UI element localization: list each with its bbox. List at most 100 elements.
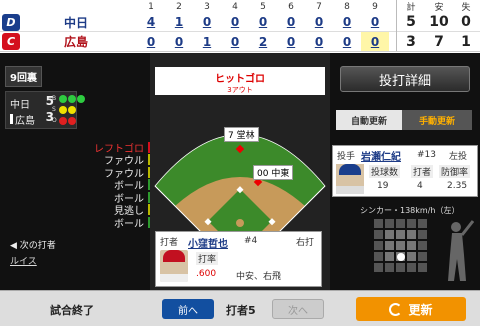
pitcher-name-link[interactable]: 岩瀬仁紀 xyxy=(361,148,401,163)
strike-zone xyxy=(374,219,438,283)
inning-score[interactable]: 0 xyxy=(277,32,305,51)
ball-label: B xyxy=(52,95,57,102)
inning-score[interactable]: 0 xyxy=(305,32,333,51)
zone-cell xyxy=(407,230,416,239)
inning-score[interactable]: 4 xyxy=(137,13,165,31)
next-button[interactable]: 次へ xyxy=(272,299,324,319)
zone-cell xyxy=(418,241,427,250)
batting-hand: 右打 xyxy=(296,238,315,248)
inning-header: 1 xyxy=(148,1,154,12)
stat-value: 4 xyxy=(417,181,423,191)
scoreboard-divider xyxy=(396,0,397,51)
inning-score[interactable]: 0 xyxy=(221,13,249,31)
zone-cell xyxy=(385,241,394,250)
refresh-label: 更新 xyxy=(408,302,433,317)
inning-badge: 9回裏 xyxy=(5,66,42,87)
ball-light-icon xyxy=(68,94,76,103)
manual-update-tab[interactable]: 手動更新 xyxy=(402,110,472,130)
batter-number: #4 xyxy=(244,236,258,246)
situation-panel: 9回裏 中日 5 広島 3 B S O レフトゴロ ファウル ファウル ボール … xyxy=(0,53,158,290)
stat-header: 投球数 xyxy=(369,165,401,178)
info-panel: 投打詳細 自動更新 手動更新 投手 岩瀬仁紀 #13 左投 投球数 打者 防御率… xyxy=(330,53,480,290)
zone-cell xyxy=(407,241,416,250)
dragons-logo-icon: D xyxy=(2,14,20,31)
batting-indicator-icon xyxy=(10,114,13,124)
scoreboard: 1 2 3 4 5 6 7 8 9 計 安 失 D 中日 4 1 0 0 0 0… xyxy=(0,0,480,52)
zone-cell xyxy=(385,230,394,239)
mini-score-row: 広島 3 xyxy=(10,111,54,127)
inning-score[interactable]: 0 xyxy=(305,13,333,31)
team-hits: 10 xyxy=(429,14,449,30)
strike-light-icon xyxy=(68,105,76,114)
total-header: 計 xyxy=(406,3,416,13)
next-batter-link[interactable]: ルイス xyxy=(10,254,37,267)
inning-score[interactable]: 2 xyxy=(249,32,277,51)
zone-cell xyxy=(374,241,383,250)
inning-header: 4 xyxy=(232,1,238,12)
zone-cell xyxy=(418,219,427,228)
fielder-label[interactable]: 00 中東 xyxy=(253,165,294,180)
zone-cell xyxy=(385,219,394,228)
hits-header: 安 xyxy=(434,3,444,13)
mini-score-team: 中日 xyxy=(10,100,30,111)
inning-score[interactable]: 0 xyxy=(277,13,305,31)
inning-header: 3 xyxy=(204,1,210,12)
mini-score-team-name: 広島 xyxy=(15,116,35,127)
bso-count: B S O xyxy=(52,93,86,126)
last-pitch-info: シンカー・138km/h（左） xyxy=(360,206,460,215)
inning-header: 6 xyxy=(288,1,294,12)
out-light-icon xyxy=(68,116,76,125)
zone-cell xyxy=(418,252,427,261)
inning-score[interactable]: 0 xyxy=(165,32,193,51)
errors-header: 失 xyxy=(461,3,471,13)
zone-cell xyxy=(396,241,405,250)
zone-cell xyxy=(396,263,405,272)
inning-score[interactable]: 0 xyxy=(249,13,277,31)
play-result: ヒットゴロ xyxy=(215,74,265,85)
mini-score-row: 中日 5 xyxy=(10,95,54,111)
zone-cell xyxy=(374,263,383,272)
mini-score-team: 広島 xyxy=(10,112,35,127)
game-stage: 9回裏 中日 5 広島 3 B S O レフトゴロ ファウル ファウル ボール … xyxy=(0,53,480,290)
stat-value: 19 xyxy=(377,181,389,191)
pitch-log-row: ボール1 xyxy=(90,216,158,230)
zone-cell xyxy=(407,252,416,261)
team-errors: 0 xyxy=(461,14,471,30)
inning-header: 2 xyxy=(176,1,182,12)
auto-update-tab[interactable]: 自動更新 xyxy=(336,110,402,130)
inning-score[interactable]: 0 xyxy=(333,32,361,51)
team-name[interactable]: 中日 xyxy=(64,13,88,31)
fielder-label[interactable]: 7 堂林 xyxy=(224,127,259,142)
next-batter-label: ◀ 次の打者 xyxy=(10,241,56,251)
ball-count: B xyxy=(52,93,86,104)
prev-button[interactable]: 前へ xyxy=(162,299,214,319)
batter-index: 打者5 xyxy=(226,304,256,317)
inning-score[interactable]: 1 xyxy=(165,13,193,31)
inning-header: 8 xyxy=(344,1,350,12)
batter-role: 打者 xyxy=(160,238,179,248)
detail-button[interactable]: 投打詳細 xyxy=(340,66,470,92)
inning-score[interactable]: 0 xyxy=(193,13,221,31)
refresh-button[interactable]: 更新 xyxy=(356,297,466,321)
zone-cell xyxy=(385,252,394,261)
team-errors: 1 xyxy=(461,33,471,50)
inning-score[interactable]: 1 xyxy=(193,32,221,51)
team-name[interactable]: 広島 xyxy=(64,32,88,51)
inning-score-current[interactable]: 0 xyxy=(361,32,389,51)
pitch-result: ボール xyxy=(114,218,144,230)
batter-name-link[interactable]: 小窪哲也 xyxy=(188,235,228,250)
scoreboard-header: 1 2 3 4 5 6 7 8 9 計 安 失 xyxy=(0,0,480,14)
pitcher-number: #13 xyxy=(417,150,436,160)
inning-header: 7 xyxy=(316,1,322,12)
inning-score[interactable]: 0 xyxy=(137,32,165,51)
zone-cell xyxy=(396,230,405,239)
out-status: 3アウト xyxy=(227,86,253,94)
game-status: 試合終了 xyxy=(50,304,94,317)
zone-cell xyxy=(385,263,394,272)
zone-cell xyxy=(396,219,405,228)
inning-score[interactable]: 0 xyxy=(221,32,249,51)
inning-score[interactable]: 0 xyxy=(361,13,389,31)
inning-score[interactable]: 0 xyxy=(333,13,361,31)
stat-header: 防御率 xyxy=(439,165,471,178)
zone-cell xyxy=(407,219,416,228)
